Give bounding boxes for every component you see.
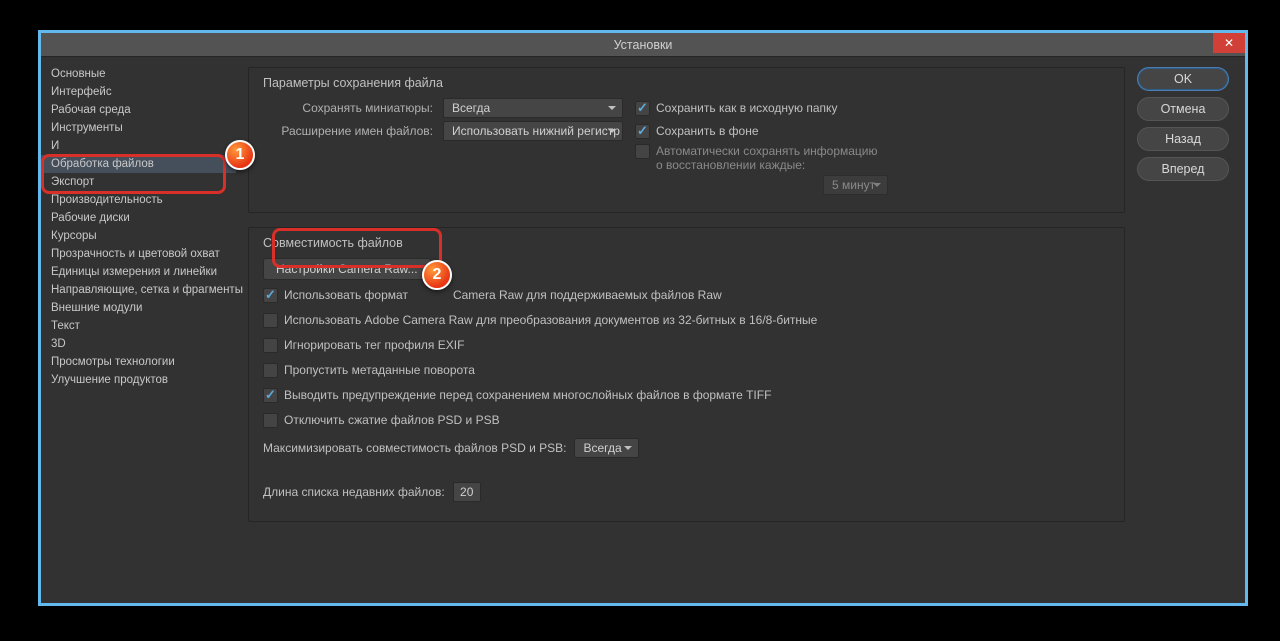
use-acr-label: Использовать формат (284, 288, 408, 302)
camera-raw-settings-button[interactable]: Настройки Camera Raw... (263, 258, 431, 280)
disable-psd-comp-label: Отключить сжатие файлов PSD и PSB (284, 413, 500, 427)
skip-rotate-checkbox[interactable] (263, 363, 278, 378)
autosave-checkbox[interactable] (635, 144, 650, 159)
sidebar-item-performance[interactable]: Производительность (41, 191, 236, 209)
use-acr-checkbox[interactable] (263, 288, 278, 303)
warn-tiff-label: Выводить предупреждение перед сохранение… (284, 388, 771, 402)
sidebar-item-guides[interactable]: Направляющие, сетка и фрагменты (41, 281, 236, 299)
sidebar-item-tech-previews[interactable]: Просмотры технологии (41, 353, 236, 371)
sidebar: Основные Интерфейс Рабочая среда Инструм… (41, 57, 236, 603)
sidebar-item-3d[interactable]: 3D (41, 335, 236, 353)
thumbs-label: Сохранять миниатюры: (263, 101, 443, 115)
sidebar-item-general[interactable]: Основные (41, 65, 236, 83)
acr-convert-label: Использовать Adobe Camera Raw для преобр… (284, 313, 817, 327)
sidebar-item-type[interactable]: Текст (41, 317, 236, 335)
ignore-exif-checkbox[interactable] (263, 338, 278, 353)
back-button[interactable]: Назад (1137, 127, 1229, 151)
forward-button[interactable]: Вперед (1137, 157, 1229, 181)
ext-label: Расширение имен файлов: (263, 124, 443, 138)
save-bg-checkbox[interactable] (635, 124, 650, 139)
max-compat-label: Максимизировать совместимость файлов PSD… (263, 441, 566, 455)
close-button[interactable]: ✕ (1213, 33, 1245, 53)
ignore-exif-label: Игнорировать тег профиля EXIF (284, 338, 464, 352)
sidebar-item-export[interactable]: Экспорт (41, 173, 236, 191)
recent-files-label: Длина списка недавних файлов: (263, 485, 445, 499)
sidebar-item-units[interactable]: Единицы измерения и линейки (41, 263, 236, 281)
sidebar-item-plugins[interactable]: Внешние модули (41, 299, 236, 317)
sidebar-item-scratch-disks[interactable]: Рабочие диски (41, 209, 236, 227)
thumbs-select[interactable]: Всегда (443, 98, 623, 118)
save-params-panel: Параметры сохранения файла Сохранять мин… (248, 67, 1125, 213)
save-params-title: Параметры сохранения файла (263, 76, 1110, 90)
max-compat-select[interactable]: Всегда (574, 438, 639, 458)
save-original-label: Сохранить как в исходную папку (656, 101, 837, 115)
sidebar-item-product-improvement[interactable]: Улучшение продуктов (41, 371, 236, 389)
sidebar-item-workspace[interactable]: Рабочая среда (41, 101, 236, 119)
compat-title: Совместимость файлов (263, 236, 1110, 250)
skip-rotate-label: Пропустить метаданные поворота (284, 363, 475, 377)
compat-panel: Совместимость файлов Настройки Camera Ra… (248, 227, 1125, 522)
recent-files-input[interactable]: 20 (453, 482, 481, 502)
autosave-label: Автоматически сохранять информацию о вос… (656, 144, 886, 172)
sidebar-item-interface[interactable]: Интерфейс (41, 83, 236, 101)
disable-psd-comp-checkbox[interactable] (263, 413, 278, 428)
window-title: Установки (41, 33, 1245, 57)
annotation-badge-2: 2 (422, 260, 452, 290)
sidebar-item-transparency[interactable]: Прозрачность и цветовой охват (41, 245, 236, 263)
autosave-interval-select[interactable]: 5 минут (823, 175, 888, 195)
acr-convert-checkbox[interactable] (263, 313, 278, 328)
sidebar-item-file-handling[interactable]: Обработка файлов (41, 155, 236, 173)
sidebar-item-cursors[interactable]: Курсоры (41, 227, 236, 245)
warn-tiff-checkbox[interactable] (263, 388, 278, 403)
sidebar-item-truncated[interactable]: И (41, 137, 236, 155)
sidebar-item-tools[interactable]: Инструменты (41, 119, 236, 137)
annotation-badge-1: 1 (225, 140, 255, 170)
ext-select[interactable]: Использовать нижний регистр (443, 121, 623, 141)
ok-button[interactable]: OK (1137, 67, 1229, 91)
save-original-checkbox[interactable] (635, 101, 650, 116)
cancel-button[interactable]: Отмена (1137, 97, 1229, 121)
save-bg-label: Сохранить в фоне (656, 124, 759, 138)
